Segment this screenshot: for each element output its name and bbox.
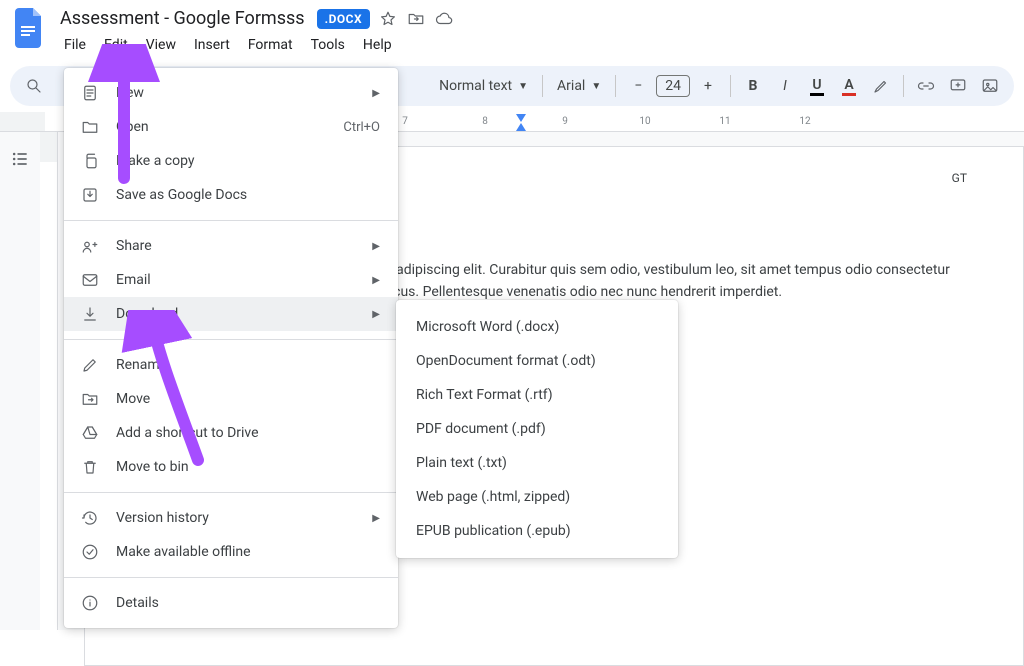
- file-menu-details[interactable]: Details: [64, 586, 398, 620]
- rename-icon: [80, 355, 100, 375]
- vertical-ruler[interactable]: [40, 132, 58, 630]
- submenu-arrow-icon: ▶: [372, 241, 380, 252]
- separator: [903, 75, 904, 97]
- add-comment-icon[interactable]: [944, 72, 972, 100]
- paragraph-style-select[interactable]: Normal text ▼: [433, 78, 534, 94]
- separator: [615, 75, 616, 97]
- menu-format[interactable]: Format: [240, 33, 301, 57]
- menu-tools[interactable]: Tools: [303, 33, 353, 57]
- submenu-arrow-icon: ▶: [372, 309, 380, 320]
- download-option[interactable]: Web page (.html, zipped): [396, 480, 678, 514]
- chevron-down-icon: ▼: [518, 81, 528, 92]
- menu-divider: [64, 577, 398, 578]
- separator: [542, 75, 543, 97]
- ruler-number: 11: [685, 116, 765, 127]
- outline-toggle-icon[interactable]: [5, 144, 35, 174]
- move-icon: [80, 389, 100, 409]
- highlight-button[interactable]: [867, 72, 895, 100]
- page-header-right: GT: [952, 171, 967, 185]
- search-menus-icon[interactable]: [20, 72, 48, 100]
- submenu-arrow-icon: ▶: [372, 275, 380, 286]
- move-folder-icon[interactable]: [406, 9, 426, 29]
- download-option[interactable]: Rich Text Format (.rtf): [396, 378, 678, 412]
- insert-image-icon[interactable]: [976, 72, 1004, 100]
- history-icon: [80, 508, 100, 528]
- file-menu-email[interactable]: Email ▶: [64, 263, 398, 297]
- menu-item-label: Make available offline: [116, 544, 380, 560]
- download-option[interactable]: Plain text (.txt): [396, 446, 678, 480]
- text-color-button[interactable]: A: [835, 72, 863, 100]
- download-option[interactable]: PDF document (.pdf): [396, 412, 678, 446]
- file-menu-share[interactable]: Share ▶: [64, 229, 398, 263]
- trash-icon: [80, 457, 100, 477]
- file-menu-make-available-offline[interactable]: Make available offline: [64, 535, 398, 569]
- download-icon: [80, 304, 100, 324]
- menu-item-label: Details: [116, 595, 380, 611]
- increase-font-icon[interactable]: +: [694, 72, 722, 100]
- drive-icon: [80, 423, 100, 443]
- cloud-status-icon[interactable]: [434, 9, 454, 29]
- download-option[interactable]: EPUB publication (.epub): [396, 514, 678, 548]
- file-menu-version-history[interactable]: Version history ▶: [64, 501, 398, 535]
- ruler-number: 8: [445, 116, 525, 127]
- annotation-arrow: [84, 44, 204, 184]
- share-icon: [80, 236, 100, 256]
- menu-item-label: Email: [116, 272, 356, 288]
- mail-icon: [80, 270, 100, 290]
- menu-item-label: Save as Google Docs: [116, 187, 380, 203]
- font-family-label: Arial: [557, 78, 585, 94]
- download-submenu-panel: Microsoft Word (.docx)OpenDocument forma…: [396, 300, 678, 558]
- menu-divider: [64, 492, 398, 493]
- menu-help[interactable]: Help: [355, 33, 400, 57]
- menu-divider: [64, 220, 398, 221]
- menu-shortcut: Ctrl+O: [343, 120, 380, 135]
- download-option[interactable]: Microsoft Word (.docx): [396, 310, 678, 344]
- underline-button[interactable]: U: [803, 72, 831, 100]
- download-option[interactable]: OpenDocument format (.odt): [396, 344, 678, 378]
- ruler-number: 12: [765, 116, 845, 127]
- ruler-number: 10: [605, 116, 685, 127]
- menu-item-label: Share: [116, 238, 356, 254]
- document-title[interactable]: Assessment - Google Formsss: [56, 6, 309, 31]
- font-family-select[interactable]: Arial ▼: [551, 78, 607, 94]
- offline-icon: [80, 542, 100, 562]
- font-size-input[interactable]: 24: [656, 75, 690, 97]
- italic-button[interactable]: I: [771, 72, 799, 100]
- info-icon: [80, 593, 100, 613]
- docs-logo[interactable]: [10, 8, 50, 48]
- chevron-down-icon: ▼: [591, 81, 601, 92]
- bold-button[interactable]: B: [739, 72, 767, 100]
- docx-badge: .DOCX: [317, 9, 371, 29]
- insert-link-icon[interactable]: [912, 72, 940, 100]
- decrease-font-icon[interactable]: −: [624, 72, 652, 100]
- annotation-arrow: [120, 310, 240, 470]
- separator: [730, 75, 731, 97]
- star-icon[interactable]: [378, 9, 398, 29]
- ruler-number: 9: [525, 116, 605, 127]
- menu-item-label: Version history: [116, 510, 356, 526]
- save-icon: [80, 185, 100, 205]
- submenu-arrow-icon: ▶: [372, 88, 380, 99]
- submenu-arrow-icon: ▶: [372, 513, 380, 524]
- paragraph-style-label: Normal text: [439, 78, 512, 94]
